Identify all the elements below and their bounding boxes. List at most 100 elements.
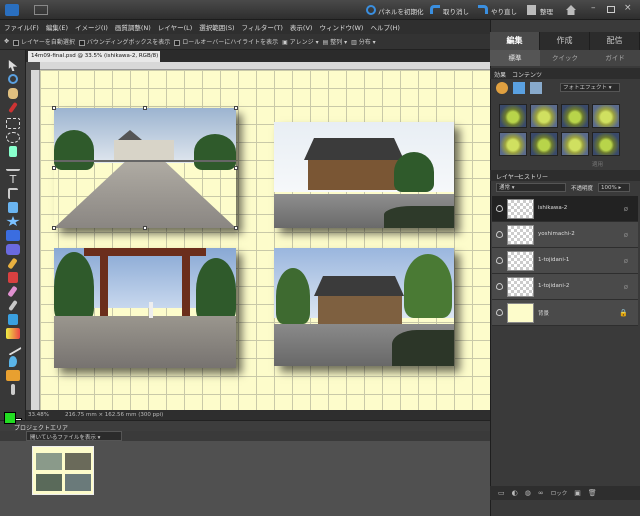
paint-bucket-tool-icon[interactable] <box>8 314 18 325</box>
transform-handle[interactable] <box>234 106 238 110</box>
close-button[interactable]: × <box>624 3 632 13</box>
effect-thumbnail[interactable] <box>499 132 527 156</box>
transform-handle[interactable] <box>143 106 147 110</box>
home-icon[interactable] <box>566 5 576 15</box>
transform-handle[interactable] <box>52 226 56 230</box>
menu-edit[interactable]: 編集(E) <box>46 22 68 32</box>
blend-mode-select[interactable]: 通常 ▾ <box>496 183 566 192</box>
layer-name[interactable]: yoshimachi-2 <box>538 231 575 237</box>
tab-content[interactable]: コンテンツ <box>512 70 542 79</box>
highlight-checkbox[interactable]: ロールオーバーにハイライトを表示 <box>174 37 278 46</box>
visibility-eye-icon[interactable] <box>496 257 503 264</box>
layer-link-icon[interactable]: ø <box>624 205 628 213</box>
spot-healing-tool-icon[interactable] <box>6 244 20 255</box>
custom-shape-tool-icon[interactable] <box>6 216 20 227</box>
zoom-level[interactable]: 33.48% <box>28 412 49 418</box>
panel-reset-label[interactable]: パネルを初期化 <box>378 6 424 16</box>
lasso-tool-icon[interactable] <box>6 132 20 143</box>
move-tool-icon[interactable] <box>8 60 18 71</box>
transform-handle[interactable] <box>143 226 147 230</box>
effect-thumbnail[interactable] <box>530 104 558 128</box>
layer-name[interactable]: 1-tojidani-2 <box>538 283 569 289</box>
photo-tojidani-gate[interactable] <box>54 248 236 368</box>
sponge-tool-icon[interactable] <box>6 370 20 381</box>
trash-icon[interactable]: 🗑 <box>588 489 597 497</box>
maximize-button[interactable] <box>607 6 615 13</box>
line-tool-icon[interactable] <box>4 339 22 356</box>
magic-wand-tool-icon[interactable] <box>9 146 17 157</box>
pencil-tool-icon[interactable] <box>11 384 15 395</box>
effect-thumbnail[interactable] <box>592 132 620 156</box>
minimize-button[interactable]: – <box>591 3 596 13</box>
organizer-icon[interactable] <box>527 5 536 15</box>
layer-row[interactable]: 1-tojidani-1 ø <box>492 248 638 274</box>
mask-icon[interactable]: ◍ <box>525 489 531 497</box>
transform-handle[interactable] <box>234 166 238 170</box>
opacity-field[interactable]: 100% ▸ <box>598 183 630 192</box>
canvas[interactable] <box>40 70 490 410</box>
effects-category-select[interactable]: フォトエフェクト ▾ <box>560 83 620 92</box>
smart-brush-tool-icon[interactable] <box>8 299 18 312</box>
show-bbox-checkbox[interactable]: バウンディングボックスを表示 <box>78 37 170 46</box>
menu-filter[interactable]: フィルター(T) <box>242 22 283 32</box>
new-layer-icon[interactable]: ▭ <box>498 489 505 497</box>
menu-help[interactable]: ヘルプ(H) <box>370 22 399 32</box>
tab-guided-edit[interactable]: ガイド <box>590 50 640 66</box>
clone-stamp-tool-icon[interactable] <box>7 257 18 270</box>
apply-button[interactable]: 適用 <box>592 160 603 168</box>
tab-share[interactable]: 配信 <box>590 32 640 50</box>
eraser-tool-icon[interactable] <box>8 272 18 283</box>
transform-handle[interactable] <box>52 166 56 170</box>
menu-select[interactable]: 選択範囲(S) <box>199 22 234 32</box>
layer-name[interactable]: ishikawa-2 <box>538 205 567 211</box>
effect-thumbnail[interactable] <box>561 132 589 156</box>
layer-name[interactable]: 1-tojidani-1 <box>538 257 569 263</box>
layer-name[interactable]: 背景 <box>538 309 549 317</box>
menu-enhance[interactable]: 画質調整(N) <box>115 22 151 32</box>
eyedropper-tool-icon[interactable] <box>8 101 18 114</box>
project-thumbnail[interactable] <box>32 446 94 495</box>
lock-all-icon[interactable]: ▣ <box>574 489 581 497</box>
hand-tool-icon[interactable] <box>8 88 18 99</box>
project-bin-header[interactable]: プロジェクトエリア <box>0 420 490 432</box>
tab-layers[interactable]: レイヤー <box>496 172 520 181</box>
photo-yoshimachi-house[interactable] <box>274 122 454 228</box>
panel-reset-icon[interactable] <box>366 5 376 15</box>
gradient-tool-icon[interactable] <box>6 328 20 339</box>
layer-styles-icon[interactable] <box>513 82 525 94</box>
distribute-button[interactable]: ▥ 分布 ▾ <box>351 37 376 46</box>
type-tool-icon[interactable]: T <box>6 174 20 185</box>
brush-tool-icon[interactable] <box>7 285 18 298</box>
tab-create[interactable]: 作成 <box>540 32 590 50</box>
layer-link-icon[interactable]: ø <box>624 283 628 291</box>
tab-quick-edit[interactable]: クイック <box>540 50 590 66</box>
foreground-color-swatch[interactable] <box>4 412 16 424</box>
photo-tojidani-house[interactable] <box>274 248 454 366</box>
transform-handle[interactable] <box>52 106 56 110</box>
layer-row[interactable]: yoshimachi-2 ø <box>492 222 638 248</box>
layer-row[interactable]: 1-tojidani-2 ø <box>492 274 638 300</box>
link-icon[interactable]: ∞ <box>538 489 544 497</box>
visibility-eye-icon[interactable] <box>496 283 503 290</box>
menu-layer[interactable]: レイヤー(L) <box>158 22 193 32</box>
document-tab[interactable]: 14m09-final.psd @ 33.5% (ishikawa-2, RGB… <box>28 51 160 62</box>
organize-label[interactable]: 整理 <box>540 6 553 16</box>
effect-thumbnail[interactable] <box>530 132 558 156</box>
layer-link-icon[interactable]: ø <box>624 257 628 265</box>
selection-brush-tool-icon[interactable] <box>6 160 20 171</box>
menu-file[interactable]: ファイル(F) <box>4 22 39 32</box>
layer-row[interactable]: ishikawa-2 ø <box>492 196 638 222</box>
undo-icon[interactable] <box>430 5 440 14</box>
photo-effects-icon[interactable] <box>530 82 542 94</box>
tab-full-edit[interactable]: 標準 <box>490 50 540 66</box>
adjustment-layer-icon[interactable]: ◐ <box>512 489 518 497</box>
menu-image[interactable]: イメージ(I) <box>75 22 108 32</box>
transform-handle[interactable] <box>234 226 238 230</box>
marquee-tool-icon[interactable] <box>6 118 20 129</box>
visibility-eye-icon[interactable] <box>496 231 503 238</box>
effect-thumbnail[interactable] <box>499 104 527 128</box>
tab-history[interactable]: ヒストリー <box>518 172 548 181</box>
lock-icon[interactable]: 🔒 <box>619 309 628 317</box>
visibility-eye-icon[interactable] <box>496 205 503 212</box>
menu-view[interactable]: 表示(V) <box>290 22 313 32</box>
